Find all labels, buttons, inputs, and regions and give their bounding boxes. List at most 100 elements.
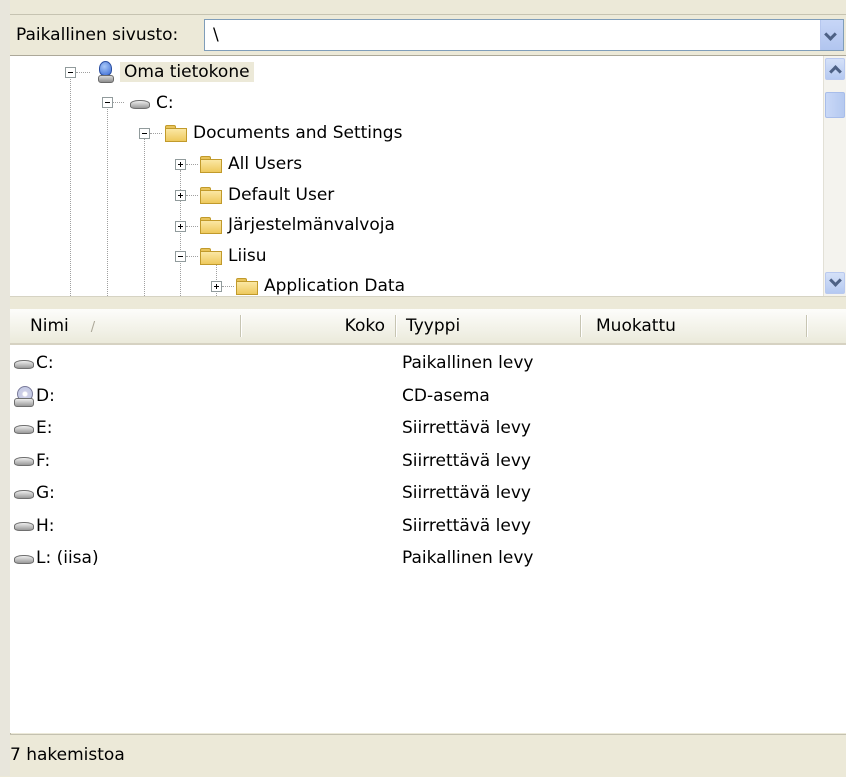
scroll-down-icon[interactable] — [825, 272, 845, 294]
list-item[interactable]: C: Paikallinen levy — [10, 347, 846, 380]
item-name: H: — [36, 515, 55, 536]
item-name-cell: D: — [14, 380, 55, 413]
tree-guide — [112, 102, 124, 103]
folder-icon — [200, 217, 222, 234]
column-header-label: Tyyppi — [406, 316, 461, 336]
tree-guide — [222, 286, 234, 287]
tree-guide — [186, 226, 198, 227]
tree-node-default-user[interactable]: Default User — [200, 181, 334, 209]
tree-node-label: Documents and Settings — [193, 123, 403, 143]
column-header-label: Muokattu — [596, 316, 676, 336]
tree-guide — [70, 76, 71, 296]
tree-guide — [186, 164, 198, 165]
tree-guide — [107, 106, 108, 296]
list-item[interactable]: F: Siirrettävä levy — [10, 445, 846, 478]
folder-open-icon — [165, 125, 187, 142]
file-list[interactable]: Nimi / Koko Tyyppi Muokattu C: Paikalline… — [10, 309, 846, 733]
address-bar: Paikallinen sivusto: \ — [10, 15, 846, 56]
collapse-toggle[interactable] — [139, 128, 150, 139]
column-header-type[interactable]: Tyyppi — [396, 309, 580, 343]
tree-node-label: Oma tietokone — [120, 62, 254, 82]
tree-node-liisu[interactable]: Liisu — [200, 242, 267, 270]
drive-icon — [14, 488, 34, 499]
chevron-down-icon[interactable] — [820, 20, 843, 50]
item-type: Paikallinen levy — [402, 548, 534, 568]
tree-node-all-users[interactable]: All Users — [200, 150, 302, 178]
drive-icon — [14, 358, 34, 369]
tree-node-administrator[interactable]: Järjestelmänvalvoja — [200, 211, 395, 239]
expand-toggle[interactable] — [175, 159, 186, 170]
cd-drive-icon — [14, 385, 34, 407]
drive-icon — [14, 455, 34, 466]
column-header-size[interactable]: Koko — [241, 309, 395, 343]
column-header-modified[interactable]: Muokattu — [586, 309, 806, 343]
tree-node-label: C: — [156, 93, 174, 113]
item-name-cell: C: — [14, 347, 54, 380]
expand-toggle[interactable] — [175, 221, 186, 232]
column-header-name[interactable]: Nimi / — [20, 309, 240, 343]
item-name-cell: F: — [14, 445, 50, 478]
directory-tree[interactable]: Oma tietokone C: Documents and Settings … — [10, 56, 846, 296]
tree-node-label: All Users — [228, 154, 303, 174]
folder-open-icon — [200, 248, 222, 265]
expand-toggle[interactable] — [175, 190, 186, 201]
tree-node-documents-and-settings[interactable]: Documents and Settings — [165, 119, 402, 147]
tree-guide — [186, 195, 198, 196]
tree-guide — [76, 72, 90, 73]
item-name: F: — [36, 450, 51, 471]
collapse-toggle[interactable] — [65, 67, 76, 78]
item-name: E: — [36, 418, 53, 438]
list-item[interactable]: H: Siirrettävä levy — [10, 510, 846, 543]
list-item[interactable]: D: CD-asema — [10, 380, 846, 413]
status-text: 7 hakemistoa — [10, 745, 125, 765]
item-type: Siirrettävä levy — [402, 483, 531, 503]
tree-node-application-data[interactable]: Application Data — [236, 272, 405, 296]
tree-guide — [150, 133, 162, 134]
scroll-up-icon[interactable] — [825, 58, 845, 80]
local-path-value[interactable]: \ — [213, 20, 219, 50]
status-bar: 7 hakemistoa — [10, 734, 846, 777]
tree-node-label: Järjestelmänvalvoja — [228, 215, 395, 235]
list-item[interactable]: L: (iisa) Paikallinen levy — [10, 542, 846, 575]
list-rows: C: Paikallinen levy D: CD-asema E: Siirr… — [10, 347, 846, 575]
computer-icon — [96, 61, 114, 83]
item-type: Siirrettävä levy — [402, 450, 531, 471]
tree-guide — [186, 256, 198, 257]
list-item[interactable]: G: Siirrettävä levy — [10, 477, 846, 510]
expand-toggle[interactable] — [211, 281, 222, 292]
item-name: G: — [36, 483, 55, 503]
address-label: Paikallinen sivusto: — [16, 25, 179, 45]
item-name: D: — [36, 385, 55, 406]
column-divider[interactable] — [580, 315, 581, 337]
pane-splitter[interactable] — [10, 296, 846, 310]
item-name-cell: L: (iisa) — [14, 542, 99, 575]
folder-icon — [236, 278, 258, 295]
collapse-toggle[interactable] — [102, 97, 113, 108]
column-header-label: Nimi — [30, 316, 69, 336]
item-name: L: (iisa) — [36, 548, 99, 568]
scrollbar-thumb[interactable] — [825, 92, 845, 118]
tree-node-drive-c[interactable]: C: — [130, 89, 174, 117]
item-name-cell: G: — [14, 477, 55, 510]
sort-ascending-icon: / — [90, 320, 96, 335]
column-divider[interactable] — [806, 315, 807, 337]
item-type: Paikallinen levy — [402, 353, 534, 373]
tree-node-label: Default User — [228, 185, 335, 205]
drive-icon — [14, 423, 34, 434]
tree-node-my-computer[interactable]: Oma tietokone — [96, 58, 254, 86]
drive-icon — [130, 98, 150, 109]
list-header: Nimi / Koko Tyyppi Muokattu — [10, 309, 846, 345]
tree-vertical-scrollbar[interactable] — [823, 56, 846, 296]
drive-icon — [14, 520, 34, 531]
item-type: Siirrettävä levy — [402, 418, 531, 438]
local-site-pane: Paikallinen sivusto: \ Oma tietokone C: … — [0, 0, 846, 777]
folder-icon — [200, 187, 222, 204]
tree-guide — [180, 170, 181, 296]
item-type: Siirrettävä levy — [402, 515, 531, 536]
local-path-combobox[interactable]: \ — [204, 19, 844, 51]
tree-node-label: Application Data — [264, 276, 405, 296]
column-header-label: Koko — [344, 316, 385, 336]
folder-icon — [200, 156, 222, 173]
collapse-toggle[interactable] — [175, 251, 186, 262]
list-item[interactable]: E: Siirrettävä levy — [10, 412, 846, 445]
